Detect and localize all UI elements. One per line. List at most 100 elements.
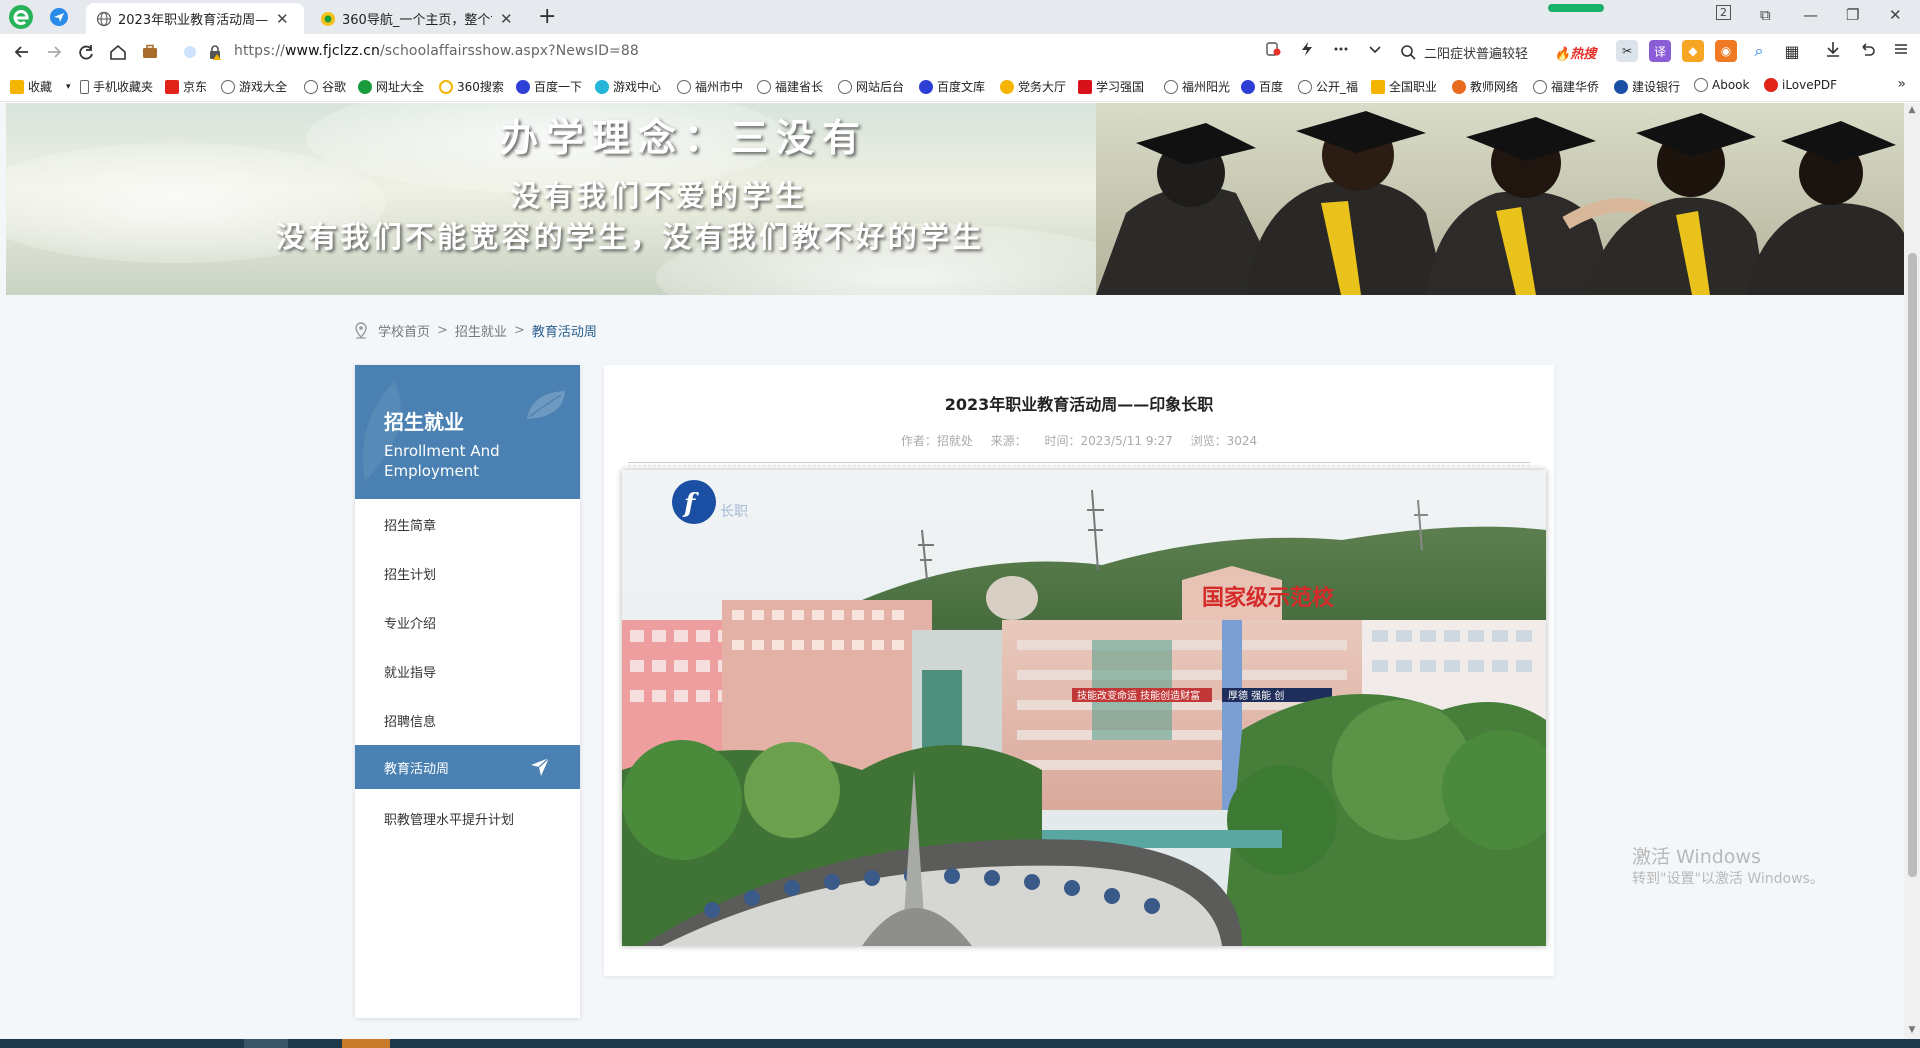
tab-count-badge[interactable]: 2	[1716, 5, 1731, 20]
scissors-icon[interactable]: ✂	[1616, 40, 1638, 62]
back-icon[interactable]	[12, 42, 32, 62]
url-text[interactable]: https://www.fjclzz.cn/schoolaffairsshow.…	[234, 43, 639, 59]
breadcrumb-current[interactable]: 教育活动周	[532, 321, 597, 340]
scroll-up-icon[interactable]: ▲	[1907, 105, 1917, 115]
bookmark-item[interactable]: 网站后台	[838, 78, 904, 95]
breadcrumb-section-link[interactable]: 招生就业	[455, 321, 507, 340]
bookmark-item[interactable]: 360搜索	[439, 78, 504, 95]
site-security-icon[interactable]	[1265, 41, 1281, 57]
sidebar-item-enrollment-guide[interactable]: 招生简章	[355, 502, 580, 546]
bookmark-item[interactable]: 福建华侨	[1533, 78, 1599, 95]
close-window-button[interactable]: ✕	[1889, 6, 1902, 24]
caret-down-icon[interactable]: ▾	[66, 82, 71, 92]
scrollbar-thumb[interactable]	[1908, 253, 1917, 877]
xuexi-icon	[1078, 79, 1092, 94]
360-search-icon	[439, 79, 453, 94]
bookmark-item[interactable]: 党务大厅	[1000, 78, 1066, 95]
sidebar-item-job-info[interactable]: 招聘信息	[355, 698, 580, 742]
bookmark-item[interactable]: 百度一下	[516, 78, 582, 95]
360-icon	[358, 79, 372, 94]
sidebar-item-career-guidance[interactable]: 就业指导	[355, 649, 580, 693]
close-icon[interactable]: ✕	[276, 10, 289, 28]
refresh-icon[interactable]	[76, 42, 96, 62]
menu-icon[interactable]	[1892, 40, 1910, 58]
close-icon[interactable]: ✕	[500, 10, 513, 28]
globe-icon	[757, 79, 771, 94]
tab-inactive[interactable]: 360导航_一个主页，整个世界 ✕	[310, 3, 526, 34]
translate-icon[interactable]: 译	[1649, 40, 1671, 62]
bookmark-label: 游戏中心	[613, 80, 662, 94]
bookmark-item[interactable]: 百度文库	[919, 78, 985, 95]
bookmark-item[interactable]: 谷歌	[304, 78, 346, 95]
skin-icon[interactable]: ⧉	[1760, 6, 1771, 24]
browser-logo-icon[interactable]	[8, 4, 34, 30]
briefcase-icon[interactable]	[140, 42, 160, 62]
sidebar-item-management-plan[interactable]: 职教管理水平提升计划	[355, 796, 580, 840]
undo-icon[interactable]	[1858, 40, 1876, 58]
shield-ext-icon[interactable]: ◆	[1682, 40, 1704, 62]
bookmark-item[interactable]: 京东	[165, 78, 207, 95]
bookmark-label: 公开_福	[1316, 80, 1359, 94]
taskbar-item[interactable]	[244, 1039, 288, 1048]
article-title: 2023年职业教育活动周——印象长职	[944, 395, 1214, 414]
globe-icon	[1694, 78, 1708, 92]
sidebar-item-label: 就业指导	[384, 665, 437, 681]
sidebar-item-majors[interactable]: 专业介绍	[355, 600, 580, 644]
bookmark-item[interactable]: 公开_福	[1298, 78, 1358, 95]
breadcrumb-home-link[interactable]: 学校首页	[378, 321, 430, 340]
lock-warning-icon[interactable]	[208, 44, 222, 60]
leaf-decoration-icon	[527, 391, 565, 419]
teacher-icon	[1452, 79, 1466, 94]
url-scheme: https://	[234, 43, 285, 59]
new-tab-button[interactable]: +	[538, 5, 556, 29]
bookmark-item[interactable]: 学习强国	[1078, 78, 1144, 95]
game-icon[interactable]: ◉	[1715, 40, 1737, 62]
bookmark-item[interactable]: 福州阳光	[1164, 78, 1230, 95]
bookmark-item[interactable]: 手机收藏夹	[80, 78, 153, 95]
taskbar-item[interactable]	[342, 1039, 390, 1048]
gamepad-icon	[595, 79, 609, 94]
bookmark-item[interactable]: 教师网络	[1452, 78, 1518, 95]
baidu-icon	[1241, 79, 1255, 94]
url-box[interactable]: https://www.fjclzz.cn/schoolaffairsshow.…	[172, 37, 1392, 67]
banner: 办学理念：三没有 没有我们不爱的学生 没有我们不能宽容的学生，没有我们教不好的学…	[6, 103, 1904, 295]
search-ext-icon[interactable]: ⌕	[1748, 40, 1770, 62]
sidebar-item-label: 招聘信息	[384, 714, 437, 730]
bookmark-item[interactable]: 网址大全	[358, 78, 424, 95]
banner-title: 办学理念：三没有	[500, 116, 869, 160]
bookmark-favorites[interactable]: 收藏 ▾	[10, 78, 71, 95]
breadcrumb-separator: >	[437, 323, 448, 338]
bookmark-label: 建设银行	[1632, 80, 1681, 94]
pinned-tab-icon[interactable]	[48, 6, 70, 28]
article-panel: 2023年职业教育活动周——印象长职 作者：招就处 来源： 时间：2023/5/…	[604, 365, 1554, 976]
lightning-icon[interactable]	[1299, 41, 1315, 57]
scroll-down-icon[interactable]: ▼	[1907, 1025, 1917, 1035]
article-photo[interactable]: 国家级示范校 技能改变命运 技能创造财富 厚德 强能 创 f 长职	[622, 470, 1546, 946]
vertical-scrollbar[interactable]: ▲ ▼	[1904, 103, 1920, 1039]
toolbar-right	[1824, 40, 1910, 58]
bookmark-item[interactable]: 游戏中心	[595, 78, 661, 95]
sidebar-item-enrollment-plan[interactable]: 招生计划	[355, 551, 580, 595]
tab-active[interactable]: 2023年职业教育活动周——印象长职 ✕	[86, 3, 304, 34]
bookmark-item[interactable]: 福州市中	[677, 78, 743, 95]
sidebar-item-education-week[interactable]: 教育活动周	[355, 745, 580, 789]
bookmark-item[interactable]: 百度	[1241, 78, 1283, 95]
bookmark-item[interactable]: 福建省长	[757, 78, 823, 95]
bookmark-item[interactable]: Abook	[1694, 78, 1749, 92]
restore-button[interactable]: ❐	[1846, 6, 1859, 24]
banner-line2: 没有我们不能宽容的学生，没有我们教不好的学生	[276, 220, 985, 254]
apps-grid-icon[interactable]: ▦	[1781, 40, 1803, 62]
bookmarks-more-button[interactable]: »	[1897, 76, 1906, 92]
bookmark-item[interactable]: 游戏大全	[221, 78, 287, 95]
bookmark-item[interactable]: 全国职业	[1371, 78, 1437, 95]
bookmark-label: 福州阳光	[1182, 80, 1231, 94]
forward-icon[interactable]	[44, 42, 64, 62]
download-icon[interactable]	[1824, 40, 1842, 58]
chevron-down-icon[interactable]	[1367, 41, 1383, 57]
bookmark-item[interactable]: 建设银行	[1614, 78, 1680, 95]
minimize-button[interactable]: —	[1803, 6, 1818, 24]
more-icon[interactable]	[1333, 41, 1349, 57]
bookmark-item[interactable]: iLovePDF	[1764, 78, 1837, 92]
hot-search-link[interactable]: 🔥热搜	[1554, 43, 1596, 62]
home-icon[interactable]	[108, 42, 128, 62]
